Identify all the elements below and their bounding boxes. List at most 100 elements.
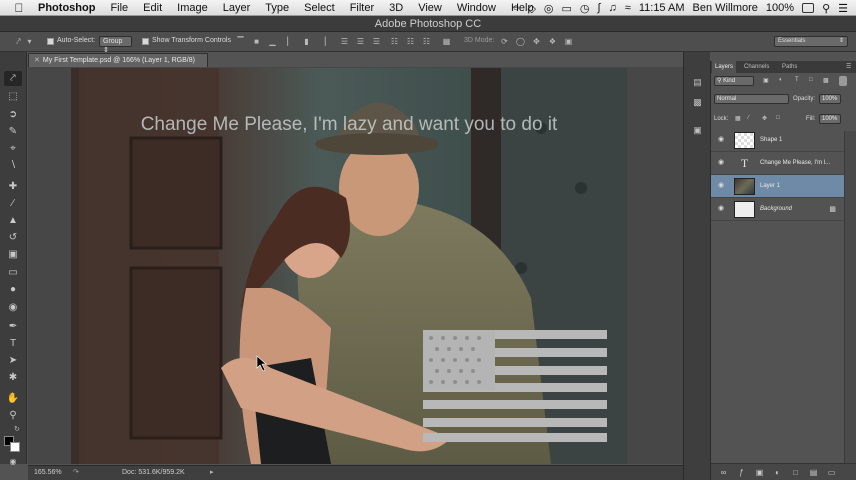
swap-colors-icon[interactable]: ↻	[14, 425, 20, 433]
distribute-right-icon[interactable]: ☷	[422, 37, 431, 46]
filter-kind-select[interactable]: ⚲ Kind	[714, 76, 754, 86]
visibility-eye-icon[interactable]: ◉	[717, 136, 725, 144]
menu-file[interactable]: File	[110, 2, 128, 14]
workspace-select[interactable]: Essentials ⇕	[774, 36, 848, 47]
zoom-tool-icon[interactable]: ⚲	[4, 408, 22, 423]
menu-3d[interactable]: 3D	[389, 2, 403, 14]
menu-window[interactable]: Window	[457, 2, 496, 14]
volume-icon[interactable]: ♫	[609, 2, 617, 14]
menu-image[interactable]: Image	[177, 2, 208, 14]
pen-tool-icon[interactable]: ✒	[4, 319, 22, 334]
layer-row-shape-1[interactable]: ◉ Shape 1	[711, 129, 844, 152]
tab-channels[interactable]: Channels	[741, 61, 772, 73]
visibility-eye-icon[interactable]: ◉	[717, 205, 725, 213]
image-canvas[interactable]: Change Me Please, I'm lazy and want you …	[71, 68, 627, 464]
filter-pixel-icon[interactable]: ▣	[763, 77, 769, 84]
align-top-icon[interactable]: ▔	[236, 37, 245, 46]
eraser-tool-icon[interactable]: ▣	[4, 247, 22, 262]
properties-panel-icon[interactable]: ▩	[690, 96, 705, 108]
spotlight-icon[interactable]: ⚲	[822, 2, 830, 15]
history-brush-tool-icon[interactable]: ↺	[4, 230, 22, 245]
visibility-eye-icon[interactable]: ◉	[717, 159, 725, 167]
menu-edit[interactable]: Edit	[143, 2, 162, 14]
close-document-icon[interactable]: ✕	[34, 57, 40, 64]
lock-pixels-icon[interactable]: ∕	[748, 115, 749, 121]
filter-toggle-icon[interactable]	[839, 76, 847, 86]
align-right-icon[interactable]: ▕	[318, 37, 327, 46]
history-panel-icon[interactable]: ▤	[690, 76, 705, 88]
healing-brush-tool-icon[interactable]: ✚	[4, 179, 22, 194]
airplay-icon[interactable]: ▭	[562, 2, 572, 15]
lock-transparent-icon[interactable]: ▦	[735, 115, 741, 122]
layer-row-layer-1[interactable]: ◉ Layer 1	[711, 175, 844, 198]
3d-roll-icon[interactable]: ◯	[516, 37, 525, 46]
filter-shape-icon[interactable]: □	[809, 77, 813, 83]
menu-clock[interactable]: 11:15 AM	[639, 2, 685, 14]
quick-mask-icon[interactable]: ◉	[4, 457, 22, 467]
dodge-tool-icon[interactable]: ◉	[4, 300, 22, 315]
3d-pan-icon[interactable]: ✥	[532, 37, 541, 46]
status-icon-1[interactable]: ○	[513, 2, 520, 14]
layer-style-icon[interactable]: ƒ	[737, 468, 746, 477]
menu-layer[interactable]: Layer	[223, 2, 251, 14]
menu-view[interactable]: View	[418, 2, 442, 14]
filter-type-icon[interactable]: T	[795, 77, 799, 83]
link-layers-icon[interactable]: ∞	[719, 468, 728, 477]
move-tool-icon[interactable]: ⤤	[4, 71, 22, 86]
menu-filter[interactable]: Filter	[350, 2, 374, 14]
lock-all-icon[interactable]: □	[776, 115, 780, 121]
delete-layer-icon[interactable]: ▭	[827, 468, 836, 477]
3d-scale-icon[interactable]: ▣	[564, 37, 573, 46]
marquee-tool-icon[interactable]: ⬚	[4, 89, 22, 104]
bluetooth-icon[interactable]: ∫	[598, 2, 601, 14]
brush-tool-icon[interactable]: ∕	[4, 196, 22, 211]
3d-slide-icon[interactable]: ❖	[548, 37, 557, 46]
gradient-tool-icon[interactable]: ▭	[4, 265, 22, 280]
auto-select-checkbox[interactable]	[47, 38, 54, 45]
status-icon-3[interactable]: ◎	[544, 2, 554, 15]
auto-select-group-select[interactable]: Group ⇕	[99, 36, 132, 54]
crop-tool-icon[interactable]: ⌖	[4, 141, 22, 156]
status-menu-arrow-icon[interactable]: ▸	[210, 466, 214, 480]
filter-adjustment-icon[interactable]: ◐	[779, 77, 783, 83]
tab-paths[interactable]: Paths	[779, 61, 800, 73]
battery-icon[interactable]	[802, 3, 815, 13]
type-tool-icon[interactable]: T	[4, 336, 22, 351]
blur-tool-icon[interactable]: ●	[4, 282, 22, 297]
battery-percent[interactable]: 100%	[766, 2, 794, 14]
shape-tool-icon[interactable]: ✱	[4, 370, 22, 385]
canvas-text-layer[interactable]: Change Me Please, I'm lazy and want you …	[71, 114, 627, 136]
apple-menu-icon[interactable]: 	[12, 1, 26, 15]
tab-layers[interactable]: Layers	[712, 61, 737, 73]
preset-dropdown-icon[interactable]: ▾	[25, 37, 34, 46]
path-select-tool-icon[interactable]: ➤	[4, 353, 22, 368]
timemachine-icon[interactable]: ◷	[580, 2, 590, 15]
distribute-hcenter-icon[interactable]: ☷	[406, 37, 415, 46]
adjustments-panel-icon[interactable]: ▣	[690, 124, 705, 136]
lock-position-icon[interactable]: ✥	[762, 115, 767, 122]
clone-stamp-tool-icon[interactable]: ▲	[4, 213, 22, 228]
auto-align-icon[interactable]: ▦	[442, 37, 451, 46]
distribute-top-icon[interactable]: ☰	[340, 37, 349, 46]
hand-tool-icon[interactable]: ✋	[4, 391, 22, 406]
panel-menu-icon[interactable]: ☰	[843, 61, 854, 73]
move-tool-preset-icon[interactable]: ⤤	[14, 37, 23, 46]
background-color-swatch[interactable]	[10, 442, 20, 452]
new-group-icon[interactable]: □	[791, 468, 800, 477]
menu-select[interactable]: Select	[304, 2, 335, 14]
menu-app[interactable]: Photoshop	[38, 2, 95, 14]
lasso-tool-icon[interactable]: ➲	[4, 107, 22, 122]
add-mask-icon[interactable]: ▣	[755, 468, 764, 477]
new-layer-icon[interactable]: ▤	[809, 468, 818, 477]
status-export-icon[interactable]: ↷	[73, 466, 79, 480]
filter-smart-object-icon[interactable]: ▩	[823, 77, 829, 84]
status-icon-2[interactable]: ◇	[527, 2, 535, 15]
fill-field[interactable]: 100%	[819, 114, 841, 124]
layers-scrollbar[interactable]	[844, 131, 856, 463]
quick-select-tool-icon[interactable]: ✎	[4, 124, 22, 139]
transform-controls-checkbox[interactable]	[142, 38, 149, 45]
align-hcenter-icon[interactable]: ▮	[302, 37, 311, 46]
blend-mode-select[interactable]: Normal	[714, 94, 789, 104]
distribute-left-icon[interactable]: ☷	[390, 37, 399, 46]
document-tab[interactable]: ✕ My First Template.psd @ 166% (Layer 1, …	[28, 53, 208, 67]
